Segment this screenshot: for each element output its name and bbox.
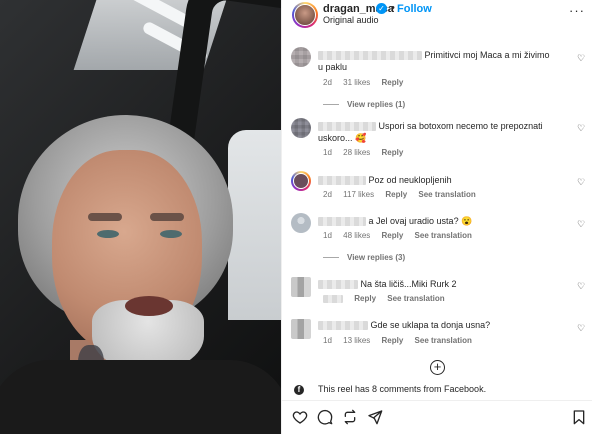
person-brow — [150, 213, 184, 221]
comment-meta: Reply See translation — [323, 294, 454, 303]
person-shirt — [0, 360, 281, 434]
comment-icon[interactable] — [317, 409, 333, 425]
see-translation-button[interactable]: See translation — [418, 190, 475, 199]
comment-likes[interactable]: 48 likes — [343, 231, 370, 240]
like-comment-icon[interactable]: ♡ — [577, 54, 585, 63]
redacted-username — [318, 176, 366, 186]
comment-likes[interactable]: 117 likes — [343, 190, 374, 199]
person-brow — [88, 213, 122, 221]
comment-time: 1d — [323, 148, 332, 157]
commenter-avatar[interactable] — [291, 319, 311, 339]
person-eye — [160, 230, 182, 238]
comment-time: 1d — [323, 231, 332, 240]
comment-meta: 1d 28 likes Reply — [323, 148, 412, 157]
comment-text: Gde se uklapa ta donja usna? — [318, 319, 553, 331]
commenter-avatar[interactable] — [291, 277, 311, 297]
repost-icon[interactable] — [342, 409, 358, 425]
reel-video[interactable] — [0, 0, 281, 434]
commenter-avatar[interactable] — [291, 171, 311, 191]
view-replies-button[interactable]: View replies (1) — [323, 100, 405, 109]
like-comment-icon[interactable]: ♡ — [577, 324, 585, 333]
comment-text: Uspori sa botoxom necemo te prepoznati u… — [318, 121, 543, 143]
car-window — [228, 130, 281, 320]
post-header: dragan_maca ✓ • Follow Original audio ··… — [282, 0, 592, 30]
comment-text: a Jel ovaj uradio usta? 😮 — [318, 215, 553, 227]
like-comment-icon[interactable]: ♡ — [577, 124, 585, 133]
reply-button[interactable]: Reply — [382, 336, 404, 345]
comment-likes[interactable]: 13 likes — [343, 336, 370, 345]
facebook-note-text: This reel has 8 comments from Facebook. — [318, 384, 487, 394]
comments-panel: dragan_maca ✓ • Follow Original audio ··… — [281, 0, 592, 434]
action-bar — [282, 400, 592, 434]
person-mouth — [125, 296, 173, 316]
person-eye — [97, 230, 119, 238]
redacted-username — [318, 280, 358, 290]
see-translation-button[interactable]: See translation — [415, 231, 472, 240]
commenter-avatar[interactable] — [291, 47, 311, 67]
share-icon[interactable] — [367, 409, 383, 425]
comment-meta: 2d 117 likes Reply See translation — [323, 190, 485, 199]
heart-icon[interactable] — [292, 409, 308, 425]
reply-button[interactable]: Reply — [354, 294, 376, 303]
facebook-comments-note: f This reel has 8 comments from Facebook. — [294, 384, 486, 395]
bookmark-icon[interactable] — [571, 409, 587, 425]
facebook-icon: f — [294, 384, 304, 395]
comment-time: 2d — [323, 78, 332, 87]
like-comment-icon[interactable]: ♡ — [577, 178, 585, 187]
redacted-username — [318, 217, 366, 227]
reply-button[interactable]: Reply — [382, 78, 404, 87]
comment-time: 2d — [323, 190, 332, 199]
commenter-avatar[interactable] — [291, 118, 311, 138]
more-options-icon[interactable]: ··· — [569, 3, 585, 18]
comment-text: Poz od neuklopljenih — [318, 174, 553, 186]
redacted-username — [318, 321, 368, 331]
comment-meta: 2d 31 likes Reply — [323, 78, 412, 87]
comment-meta: 1d 13 likes Reply See translation — [323, 336, 481, 345]
reply-button[interactable]: Reply — [385, 190, 407, 199]
audio-link[interactable]: Original audio — [323, 15, 379, 25]
comment-text: Primitivci moj Maca a mi živimo u paklu — [318, 50, 550, 72]
see-translation-button[interactable]: See translation — [415, 336, 472, 345]
redacted-username — [318, 122, 376, 132]
reply-button[interactable]: Reply — [382, 231, 404, 240]
like-comment-icon[interactable]: ♡ — [577, 282, 585, 291]
view-replies-button[interactable]: View replies (3) — [323, 253, 405, 262]
redacted-meta — [323, 294, 343, 303]
commenter-avatar[interactable] — [291, 213, 311, 233]
comment-meta: 1d 48 likes Reply See translation — [323, 231, 481, 240]
like-comment-icon[interactable]: ♡ — [577, 220, 585, 229]
follow-button[interactable]: Follow — [397, 3, 432, 15]
header-separator: • — [391, 2, 395, 14]
load-more-comments-icon[interactable]: + — [430, 360, 445, 375]
author-avatar[interactable] — [292, 2, 318, 28]
verified-badge-icon: ✓ — [376, 3, 387, 14]
redacted-username — [318, 51, 422, 61]
comment-time: 1d — [323, 336, 332, 345]
comment-likes[interactable]: 31 likes — [343, 78, 370, 87]
see-translation-button[interactable]: See translation — [387, 294, 444, 303]
comment-likes[interactable]: 28 likes — [343, 148, 370, 157]
comment-text: Na šta ličiš...Miki Rurk 2 — [318, 278, 553, 290]
reply-button[interactable]: Reply — [382, 148, 404, 157]
